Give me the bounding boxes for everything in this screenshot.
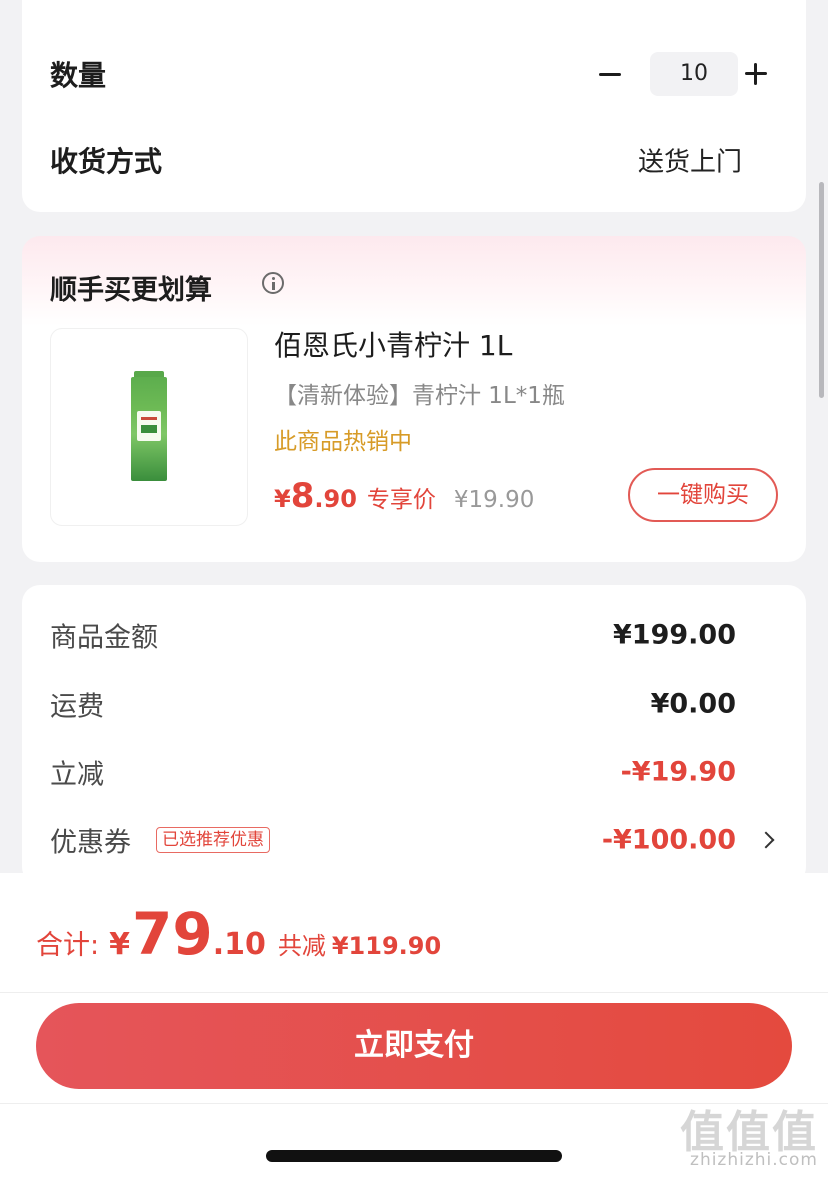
scrollbar[interactable] [819, 182, 824, 398]
addon-card: 顺手买更划算 佰恩氏小青柠汁 1L 【清新体验】青柠汁 1L*1瓶 此商品热销中… [22, 236, 806, 562]
hot-selling-tag: 此商品热销中 [274, 429, 412, 455]
price-decimal: .90 [314, 485, 357, 513]
delivery-row[interactable]: 收货方式 送货上门 [50, 138, 778, 182]
summary-label: 优惠券 [50, 827, 131, 859]
chevron-right-icon[interactable] [757, 831, 775, 849]
pay-now-button[interactable]: 立即支付 [36, 1003, 792, 1089]
decrease-quantity-button[interactable] [588, 52, 632, 96]
summary-value: ¥0.00 [650, 688, 736, 720]
quantity-input[interactable]: 10 [650, 52, 738, 96]
one-click-buy-button[interactable]: 一键购买 [628, 468, 778, 522]
price-summary-card: 商品金额 ¥199.00 运费 ¥0.00 立减 -¥19.90 优惠券 已选推… [22, 585, 806, 885]
summary-label: 商品金额 [50, 622, 158, 654]
product-image[interactable] [50, 328, 248, 526]
product-spec: 【清新体验】青柠汁 1L*1瓶 [274, 383, 565, 409]
summary-value: -¥100.00 [601, 824, 736, 856]
info-icon[interactable] [262, 272, 284, 294]
quantity-row: 数量 10 [50, 52, 778, 96]
summary-row-discount: 立减 -¥19.90 [50, 752, 778, 792]
juice-carton-icon [131, 371, 167, 481]
summary-row-coupon[interactable]: 优惠券 已选推荐优惠 -¥100.00 [50, 820, 778, 860]
home-indicator[interactable] [266, 1150, 562, 1162]
summary-value: ¥199.00 [613, 619, 736, 651]
summary-row-shipping: 运费 ¥0.00 [50, 684, 778, 724]
summary-row-goods: 商品金额 ¥199.00 [50, 615, 778, 655]
total-integer: 79 [131, 900, 213, 968]
coupon-badge: 已选推荐优惠 [156, 827, 270, 853]
product-name[interactable]: 佰恩氏小青柠汁 1L [274, 324, 512, 364]
order-total: 合计: ¥ 79 .10 共减 ¥119.90 [36, 905, 441, 975]
total-decimal: .10 [212, 927, 266, 962]
original-price: ¥19.90 [453, 487, 535, 513]
price-currency: ¥ [274, 485, 291, 513]
quantity-label: 数量 [50, 59, 107, 92]
delivery-value[interactable]: 送货上门 [638, 142, 742, 179]
total-label: 合计: [36, 930, 100, 961]
saved-value: ¥119.90 [331, 932, 442, 960]
total-currency: ¥ [109, 927, 130, 962]
watermark-url: zhizhizhi.com [690, 1150, 818, 1170]
price-integer: 8 [290, 476, 315, 516]
summary-value: -¥19.90 [620, 756, 736, 788]
delivery-label: 收货方式 [50, 145, 163, 178]
summary-label: 立减 [50, 759, 104, 791]
increase-quantity-button[interactable] [734, 52, 778, 96]
order-options-card: 数量 10 收货方式 送货上门 [22, 0, 806, 212]
addon-title: 顺手买更划算 [50, 275, 212, 306]
minus-icon [599, 72, 621, 76]
price-tag: 专享价 [366, 487, 436, 513]
quantity-stepper: 10 [588, 52, 778, 96]
divider [0, 992, 828, 993]
saved-label: 共减 [277, 932, 326, 960]
product-price: ¥ 8 .90 专享价 ¥19.90 [274, 476, 534, 516]
summary-label: 运费 [50, 691, 104, 723]
